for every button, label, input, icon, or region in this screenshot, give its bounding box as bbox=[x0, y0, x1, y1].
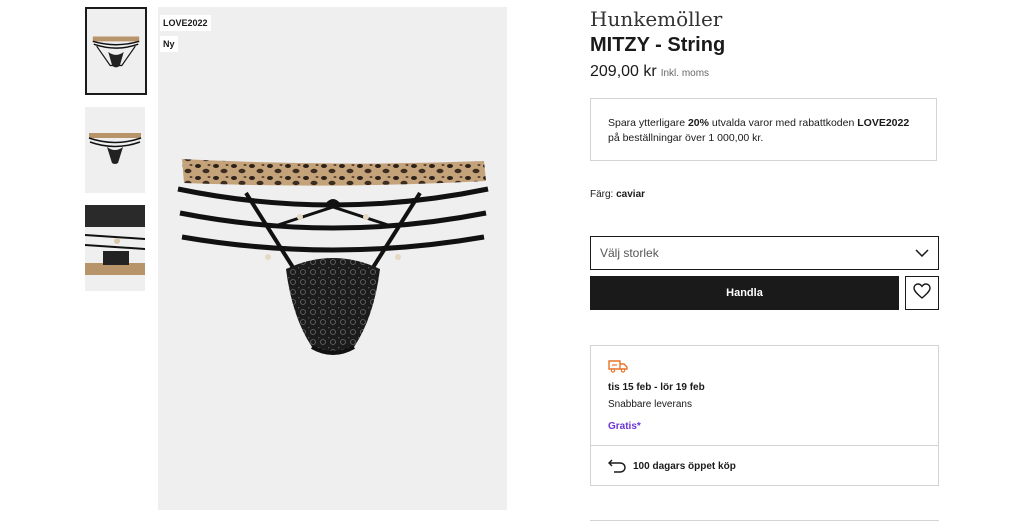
thumbnail-3-image bbox=[85, 205, 145, 275]
thumbnail-3[interactable] bbox=[85, 205, 145, 291]
thumbnail-2[interactable] bbox=[85, 107, 145, 193]
chevron-down-icon bbox=[915, 249, 929, 257]
return-policy: 100 dagars öppet köp bbox=[608, 457, 736, 476]
promo-flag: LOVE2022 bbox=[160, 15, 211, 31]
thumbnail-1-image bbox=[92, 36, 140, 68]
size-select[interactable]: Välj storlek bbox=[590, 236, 939, 270]
product-image[interactable]: LOVE2022 Ny bbox=[158, 7, 507, 510]
buy-button[interactable]: Handla bbox=[590, 276, 899, 310]
color-row: Färg: caviar bbox=[590, 189, 645, 200]
price-note: Inkl. moms bbox=[660, 68, 710, 79]
delivery-box: tis 15 feb - lör 19 feb Snabbare leveran… bbox=[590, 345, 939, 486]
product-photo bbox=[177, 159, 489, 355]
promo-box: Spara ytterligare 20% utvalda varor med … bbox=[590, 98, 937, 161]
thumbnail-2-image bbox=[88, 133, 142, 164]
color-label: Färg: bbox=[590, 189, 614, 200]
promo-discount: 20% bbox=[687, 117, 709, 129]
color-value: caviar bbox=[616, 189, 646, 200]
new-flag: Ny bbox=[160, 36, 178, 52]
truck-icon bbox=[608, 359, 628, 378]
promo-text-after: på beställningar över 1 000,00 kr. bbox=[608, 132, 764, 144]
thumbnail-list bbox=[85, 7, 147, 303]
section-divider bbox=[590, 520, 939, 521]
return-arrow-icon bbox=[608, 457, 633, 476]
thumbnail-1[interactable] bbox=[85, 7, 147, 95]
promo-code: LOVE2022 bbox=[857, 117, 910, 129]
price-row: 209,00 kr Inkl. moms bbox=[590, 63, 709, 81]
return-text: 100 dagars öppet köp bbox=[633, 461, 736, 472]
product-title: MITZY - String bbox=[590, 34, 726, 56]
delivery-speed: Snabbare leverans bbox=[608, 399, 692, 410]
size-select-placeholder: Välj storlek bbox=[600, 246, 659, 260]
delivery-dates: tis 15 feb - lör 19 feb bbox=[608, 382, 705, 393]
price: 209,00 kr bbox=[590, 63, 657, 80]
delivery-cost[interactable]: Gratis* bbox=[608, 421, 641, 432]
promo-text-middle: utvalda varor med rabattkoden bbox=[708, 117, 858, 129]
wishlist-button[interactable] bbox=[905, 276, 939, 310]
brand-name[interactable]: Hunkemöller bbox=[590, 7, 722, 31]
promo-text-before: Spara ytterligare bbox=[608, 117, 688, 129]
delivery-divider bbox=[591, 445, 938, 446]
heart-icon bbox=[913, 282, 931, 304]
